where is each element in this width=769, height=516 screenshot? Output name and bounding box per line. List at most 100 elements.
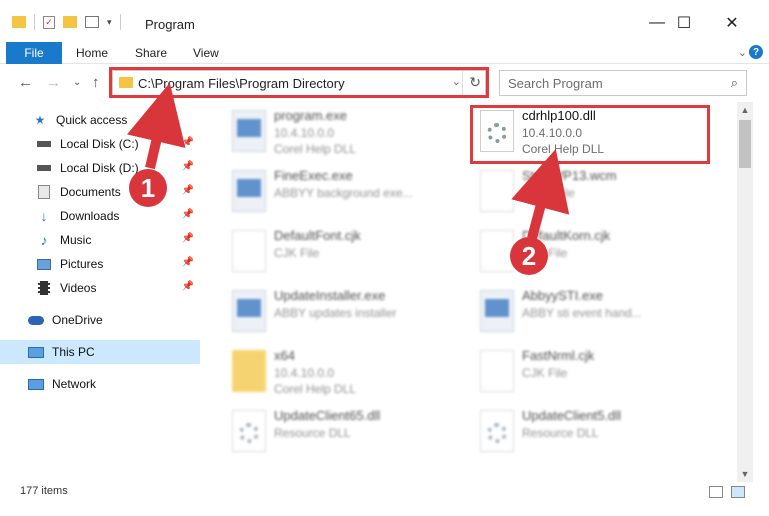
file-description: ABBYY background exe...: [274, 186, 413, 200]
expand-ribbon-button[interactable]: ⌄: [738, 46, 747, 59]
up-button[interactable]: ↑: [92, 74, 100, 91]
separator: [119, 14, 121, 30]
sidebar-item-label: Downloads: [60, 209, 120, 223]
videos-icon: [36, 281, 52, 295]
file-description: CJK File: [522, 366, 568, 380]
file-name: UpdateClient65.dll: [274, 408, 381, 423]
sidebar-item-label: OneDrive: [52, 313, 103, 327]
close-button[interactable]: ✕: [712, 10, 752, 36]
details-view-icon[interactable]: [709, 486, 723, 498]
file-name: FastNrml.cjk: [522, 348, 595, 363]
pictures-icon: [36, 257, 52, 271]
file-highlight-box: [470, 105, 710, 164]
file-item[interactable]: DefaultFont.cjk CJK File: [222, 222, 472, 278]
callout-step-2: 2: [510, 237, 548, 275]
file-version: 10.4.10.0.0: [274, 126, 335, 140]
file-description: WCM File: [522, 186, 575, 200]
file-description: Resource DLL: [274, 426, 351, 440]
file-item[interactable]: FastNrml.cjk CJK File: [470, 342, 720, 398]
file-item[interactable]: UpdateClient5.dll Resource DLL: [470, 402, 720, 458]
recent-locations-button[interactable]: ⌄: [73, 77, 81, 88]
tab-home[interactable]: Home: [76, 46, 108, 60]
scroll-up-icon[interactable]: ▲: [737, 102, 753, 118]
network-icon: [28, 377, 44, 391]
back-button[interactable]: ←: [18, 74, 33, 91]
sidebar-item-pictures[interactable]: Pictures 📌: [0, 252, 200, 276]
scroll-thumb[interactable]: [739, 120, 751, 168]
file-item[interactable]: AbbyySTI.exe ABBY sti event hand...: [470, 282, 720, 338]
sidebar-item-network[interactable]: Network: [0, 372, 200, 396]
exe-icon: [232, 110, 266, 152]
sidebar-item-label: Documents: [60, 185, 121, 199]
file-description: CJK File: [274, 246, 320, 260]
download-icon: ↓: [40, 208, 48, 224]
file-name: FineExec.exe: [274, 168, 353, 183]
file-item[interactable]: UpdateInstaller.exe ABBY updates install…: [222, 282, 472, 338]
sidebar-item-label: Videos: [60, 281, 97, 295]
file-item[interactable]: DefaultKorn.cjk CJK File: [470, 222, 720, 278]
file-description: ABBY updates installer: [274, 306, 397, 320]
document-icon: [480, 350, 514, 392]
window-title: Program: [145, 17, 195, 32]
sidebar-item-local-disk-c[interactable]: Local Disk (C:) 📌: [0, 132, 200, 156]
cloud-icon: [28, 313, 44, 327]
folder-icon: [232, 350, 266, 392]
new-folder-icon[interactable]: [63, 16, 77, 28]
scroll-down-icon[interactable]: ▼: [737, 466, 753, 482]
document-icon: [480, 230, 514, 272]
file-item[interactable]: FineExec.exe ABBYY background exe...: [222, 162, 472, 218]
customize-toolbar-icon[interactable]: [85, 16, 99, 28]
sidebar-item-music[interactable]: ♪ Music 📌: [0, 228, 200, 252]
pin-icon: 📌: [181, 161, 194, 172]
properties-icon[interactable]: ✓: [43, 15, 55, 29]
file-version: 10.4.10.0.0: [274, 366, 335, 380]
file-name: UpdateInstaller.exe: [274, 288, 386, 303]
sidebar-item-quick-access[interactable]: ★ Quick access: [0, 108, 200, 132]
pc-icon: [28, 345, 44, 359]
file-item[interactable]: StyleWP13.wcm WCM File: [470, 162, 720, 218]
folder-icon: [12, 16, 26, 28]
item-count: 177 items: [20, 485, 68, 497]
sidebar-item-label: Network: [52, 377, 97, 391]
pin-icon: 📌: [181, 257, 194, 268]
exe-icon: [232, 290, 266, 332]
file-description: Resource DLL: [522, 426, 599, 440]
ribbon-tabs: File Home Share View ⌄ ?: [0, 40, 769, 64]
sidebar-item-label: Quick access: [56, 113, 128, 127]
sidebar-item-documents[interactable]: Documents 📌: [0, 180, 200, 204]
tab-file[interactable]: File: [6, 42, 62, 64]
exe-icon: [480, 290, 514, 332]
drive-icon: [36, 161, 52, 175]
search-icon[interactable]: ⌕: [731, 75, 738, 91]
sidebar-item-videos[interactable]: Videos 📌: [0, 276, 200, 300]
file-item[interactable]: UpdateClient65.dll Resource DLL: [222, 402, 472, 458]
tab-share[interactable]: Share: [135, 46, 167, 60]
pin-icon: 📌: [181, 185, 194, 196]
file-item[interactable]: x64 10.4.10.0.0 Corel Help DLL: [222, 342, 472, 398]
search-input[interactable]: Search Program ⌕: [499, 70, 747, 96]
tab-view[interactable]: View: [193, 46, 219, 60]
music-icon: ♪: [40, 232, 48, 248]
chevron-down-icon[interactable]: ▾: [107, 17, 112, 28]
sidebar-item-this-pc[interactable]: This PC: [0, 340, 200, 364]
sidebar-item-local-disk-d[interactable]: Local Disk (D:) 📌: [0, 156, 200, 180]
title-bar: ✓ ▾ Program — ☐ ✕: [0, 0, 769, 40]
sidebar-item-downloads[interactable]: ↓ Downloads 📌: [0, 204, 200, 228]
large-icons-view-icon[interactable]: [731, 486, 745, 498]
exe-icon: [232, 170, 266, 212]
file-description: Corel Help DLL: [274, 142, 357, 156]
separator: [34, 14, 35, 30]
forward-button[interactable]: →: [46, 74, 61, 91]
dll-icon: [480, 410, 514, 452]
document-icon: [480, 170, 514, 212]
vertical-scrollbar[interactable]: ▲ ▼: [737, 102, 753, 482]
sidebar-item-onedrive[interactable]: OneDrive: [0, 308, 200, 332]
document-icon: [232, 230, 266, 272]
file-item[interactable]: program.exe 10.4.10.0.0 Corel Help DLL: [222, 102, 472, 158]
maximize-button[interactable]: ☐: [664, 10, 704, 36]
sidebar-item-label: Music: [60, 233, 92, 247]
file-name: StyleWP13.wcm: [522, 168, 617, 183]
star-icon: ★: [34, 113, 46, 127]
gear-icon: [239, 423, 259, 443]
help-icon[interactable]: ?: [749, 45, 763, 59]
